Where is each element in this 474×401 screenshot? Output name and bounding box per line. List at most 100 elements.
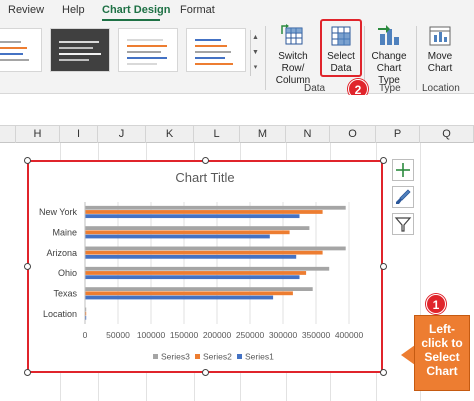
x-tick-label: 400000 xyxy=(335,330,364,340)
category-label: Texas xyxy=(53,289,77,299)
chart-styles-button[interactable] xyxy=(392,186,414,208)
chart-filters-button[interactable] xyxy=(392,213,414,235)
bar-series1 xyxy=(85,234,270,239)
move-chart-label-1: Move xyxy=(427,51,453,62)
change-chart-type-icon xyxy=(378,25,399,45)
change-chart-type-button[interactable]: Change Chart Type xyxy=(366,24,412,87)
chart-styles-gallery: ▲ ▼ ▾ xyxy=(0,26,260,76)
tab-format[interactable]: Format xyxy=(180,4,215,16)
step-badge-1: 1 xyxy=(426,294,446,314)
resize-handle-bottom[interactable] xyxy=(202,369,209,376)
legend-swatch xyxy=(195,354,200,359)
category-label: Location xyxy=(43,309,77,319)
legend-label: Series3 xyxy=(161,352,190,362)
move-chart-button[interactable]: Move Chart xyxy=(420,24,460,75)
column-header[interactable]: K xyxy=(146,126,194,143)
plus-icon xyxy=(396,163,410,177)
bar-series3 xyxy=(85,266,330,271)
bar-series2 xyxy=(85,230,290,235)
bar-series3 xyxy=(85,287,313,291)
bar-series2 xyxy=(85,291,293,296)
bar-series2 xyxy=(85,271,307,275)
column-header[interactable]: I xyxy=(60,126,98,143)
legend-swatch xyxy=(153,354,158,359)
column-header[interactable]: Q xyxy=(420,126,474,143)
group-label-location: Location xyxy=(422,83,460,94)
column-header[interactable]: H xyxy=(16,126,60,143)
ribbon-separator xyxy=(416,26,417,90)
column-header[interactable]: M xyxy=(240,126,286,143)
resize-handle-top-right[interactable] xyxy=(380,157,387,164)
category-label: New York xyxy=(39,207,78,217)
chart-style-thumb-1[interactable] xyxy=(0,28,42,72)
x-tick-label: 350000 xyxy=(302,330,331,340)
column-header[interactable]: J xyxy=(98,126,146,143)
bar-series3 xyxy=(85,246,346,251)
resize-handle-left[interactable] xyxy=(24,263,31,270)
gallery-up-icon[interactable]: ▲ xyxy=(251,30,260,45)
resize-handle-top-left[interactable] xyxy=(24,157,31,164)
column-headers: H I J K L M N O P Q xyxy=(0,125,474,143)
x-tick-label: 150000 xyxy=(170,330,199,340)
category-label: Maine xyxy=(52,228,77,238)
switch-row-column-button[interactable]: Switch Row/ Column xyxy=(268,24,318,87)
ribbon-separator xyxy=(265,26,266,90)
switch-row-column-icon xyxy=(281,24,303,45)
x-tick-label: 250000 xyxy=(236,330,265,340)
legend-swatch xyxy=(237,354,242,359)
tab-chart-design[interactable]: Chart Design xyxy=(102,4,170,16)
select-data-highlight xyxy=(320,19,362,77)
paintbrush-icon xyxy=(396,189,411,204)
x-tick-label: 50000 xyxy=(106,330,130,340)
ribbon: ▲ ▼ ▾ Switch Row/ Column Select Data Dat… xyxy=(0,22,474,94)
chart-plot: 0 50000 100000 150000 200000 250000 300000 3500… xyxy=(39,202,364,362)
column-header[interactable]: O xyxy=(330,126,376,143)
ribbon-tab-bar: Review Help Chart Design Format xyxy=(0,0,474,22)
resize-handle-bottom-left[interactable] xyxy=(24,369,31,376)
callout-line: Chart xyxy=(426,364,458,378)
column-header[interactable]: L xyxy=(194,126,240,143)
bar-series1 xyxy=(85,295,274,300)
callout-line: Select xyxy=(424,350,460,364)
bar-series3 xyxy=(85,226,310,230)
callout-line: click to xyxy=(421,336,463,350)
chart-elements-button[interactable] xyxy=(392,159,414,181)
gallery-more-icon[interactable]: ▾ xyxy=(251,60,260,75)
bar-series2 xyxy=(85,210,323,214)
move-chart-icon xyxy=(429,26,451,46)
category-label: Ohio xyxy=(58,268,77,278)
column-header[interactable]: P xyxy=(376,126,420,143)
resize-handle-top[interactable] xyxy=(202,157,209,164)
filter-icon xyxy=(394,217,412,232)
formula-area-blank xyxy=(0,95,474,125)
x-tick-label: 100000 xyxy=(137,330,166,340)
gallery-scrollbar[interactable]: ▲ ▼ ▾ xyxy=(250,30,260,76)
bar-series1 xyxy=(85,214,300,219)
callout-arrow xyxy=(401,345,415,365)
tab-help[interactable]: Help xyxy=(62,4,85,16)
x-tick-label: 300000 xyxy=(269,330,298,340)
chart-style-thumb-3[interactable] xyxy=(118,28,178,72)
tab-review[interactable]: Review xyxy=(8,4,44,16)
resize-handle-right[interactable] xyxy=(380,263,387,270)
legend-label: Series2 xyxy=(203,352,232,362)
chart-style-thumb-4[interactable] xyxy=(186,28,246,72)
instruction-callout: Left- click to Select Chart xyxy=(414,315,470,391)
bar-series3 xyxy=(85,205,346,210)
move-chart-label-2: Chart xyxy=(427,63,453,74)
gallery-down-icon[interactable]: ▼ xyxy=(251,45,260,60)
switch-row-column-label-1: Switch Row/ xyxy=(278,51,308,74)
bar-series2 xyxy=(85,250,323,255)
change-chart-type-label-1: Change xyxy=(371,51,407,62)
column-header[interactable]: N xyxy=(286,126,330,143)
legend-label: Series1 xyxy=(245,352,274,362)
category-label: Arizona xyxy=(46,248,77,258)
active-tab-indicator xyxy=(102,19,160,21)
chart-style-thumb-2[interactable] xyxy=(50,28,110,72)
select-all-corner[interactable] xyxy=(0,126,16,143)
bar-series1 xyxy=(85,275,300,280)
group-label-type: Type xyxy=(379,83,401,94)
bar-chart[interactable]: Chart Title 0 50000 100000 150000 200000 2500… xyxy=(27,160,383,373)
group-label-data: Data xyxy=(304,83,326,94)
resize-handle-bottom-right[interactable] xyxy=(380,369,387,376)
